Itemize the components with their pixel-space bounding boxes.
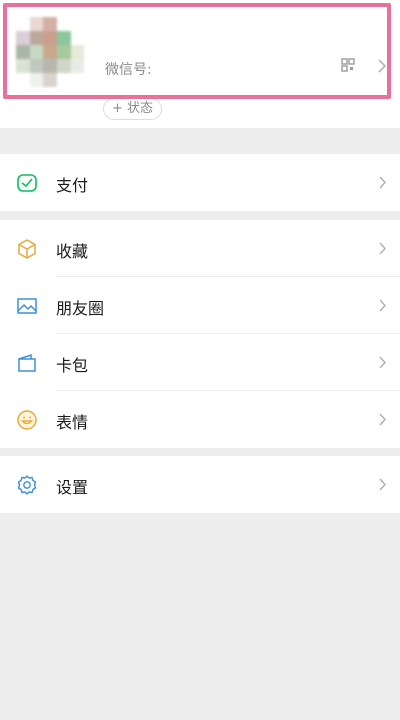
menu-item-label: 支付 <box>56 176 89 195</box>
wechat-id-label: 微信号: <box>105 62 152 78</box>
avatar-pixel <box>84 31 98 45</box>
avatar-pixel <box>29 73 44 87</box>
menu-item-label: 朋友圈 <box>56 299 105 318</box>
settings-group: 设置 <box>0 456 400 513</box>
avatar-pixel <box>43 17 57 31</box>
chevron-right-icon <box>379 413 387 426</box>
avatar-pixel <box>16 31 30 45</box>
avatar-pixel <box>16 17 30 31</box>
menu-item-label: 收藏 <box>56 242 89 261</box>
avatar-pixel <box>70 73 85 87</box>
avatar-pixel <box>43 59 57 73</box>
chevron-right-icon <box>379 242 387 255</box>
avatar[interactable] <box>16 17 98 87</box>
menu-item-moments[interactable]: 朋友圈 <box>0 277 400 334</box>
menu-item-favorites[interactable]: 收藏 <box>0 220 400 277</box>
avatar-pixel <box>57 17 71 31</box>
avatar-pixel <box>29 45 44 59</box>
avatar-pixel <box>29 59 44 73</box>
gear-icon <box>17 475 37 495</box>
avatar-pixel <box>84 73 98 87</box>
menu-item-stickers[interactable]: 表情 <box>0 391 400 448</box>
avatar-pixel <box>57 59 71 73</box>
card-wallet-icon <box>18 353 36 372</box>
avatar-pixel <box>70 59 85 73</box>
avatar-pixel <box>16 59 30 73</box>
avatar-pixel <box>43 73 57 87</box>
chevron-right-icon <box>379 299 387 312</box>
avatar-pixel <box>84 17 98 31</box>
avatar-pixel <box>43 31 57 45</box>
avatar-pixel <box>70 31 85 45</box>
avatar-pixel <box>57 73 71 87</box>
profile-header[interactable]: 微信号: + 状态 <box>0 0 400 128</box>
avatar-pixel <box>84 59 98 73</box>
qr-code-icon[interactable] <box>341 58 355 72</box>
avatar-pixel <box>16 45 30 59</box>
avatar-pixel <box>16 73 30 87</box>
chevron-right-icon <box>379 478 387 491</box>
chevron-right-icon[interactable] <box>377 58 387 74</box>
menu-item-settings[interactable]: 设置 <box>0 456 400 513</box>
avatar-pixel <box>70 17 85 31</box>
cube-icon <box>18 239 36 259</box>
avatar-pixel <box>29 31 44 45</box>
menu-item-label: 卡包 <box>56 356 89 375</box>
menu-item-label: 表情 <box>56 413 89 432</box>
add-status-button[interactable]: + 状态 <box>103 98 163 120</box>
pay-group: 支付 <box>0 154 400 211</box>
avatar-pixel <box>57 45 71 59</box>
menu-item-pay[interactable]: 支付 <box>0 154 400 211</box>
chevron-right-icon <box>379 176 387 189</box>
pay-check-icon <box>17 174 37 192</box>
chevron-right-icon <box>379 356 387 369</box>
picture-icon <box>17 298 37 314</box>
features-group: 收藏 朋友圈 卡包 表情 <box>0 220 400 448</box>
avatar-pixel <box>84 45 98 59</box>
avatar-pixel <box>57 31 71 45</box>
menu-item-cards[interactable]: 卡包 <box>0 334 400 391</box>
smiley-icon <box>17 410 37 430</box>
avatar-pixel <box>43 45 57 59</box>
avatar-pixel <box>29 17 44 31</box>
avatar-pixel <box>70 45 85 59</box>
menu-item-label: 设置 <box>56 478 89 497</box>
